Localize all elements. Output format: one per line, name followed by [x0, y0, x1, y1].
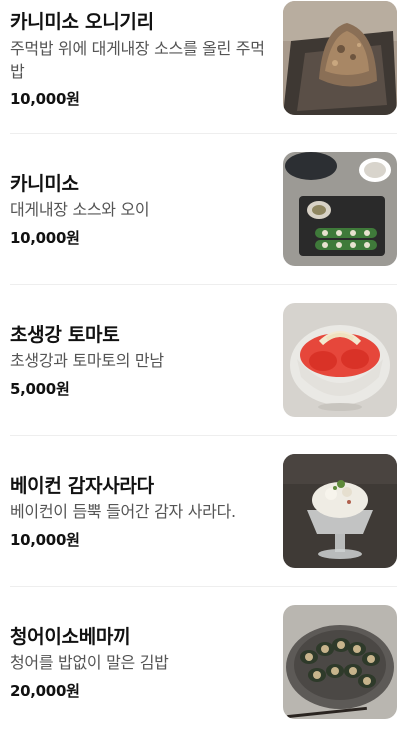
menu-item-description: 청어를 밥없이 말은 김밥 — [10, 653, 169, 672]
menu-item-price: 10,000원 — [10, 229, 80, 247]
divider — [10, 435, 397, 436]
kani-miso-photo — [283, 152, 397, 266]
menu-item-name: 초생강 토마토 — [10, 324, 120, 346]
menu-item[interactable]: 초생강 토마토 초생강과 토마토의 만남 5,000원 — [0, 302, 402, 452]
menu-item-price: 20,000원 — [10, 682, 80, 700]
menu-item-name: 카니미소 — [10, 173, 79, 195]
herring-isobe-maki-photo — [283, 605, 397, 719]
menu-item-name: 청어이소베마끼 — [10, 626, 131, 648]
pickled-ginger-tomato-photo — [283, 303, 397, 417]
menu-item-price: 10,000원 — [10, 531, 80, 549]
menu-item[interactable]: 베이컨 감자사라다 베이컨이 듬뿍 들어간 감자 사라다. 10,000원 — [0, 453, 402, 603]
divider — [10, 284, 397, 285]
menu-item-description: 주먹밥 위에 대게내장 소스를 올린 주먹밥 — [10, 39, 265, 81]
menu-list: 카니미소 오니기리 주먹밥 위에 대게내장 소스를 올린 주먹밥 10,000원… — [0, 0, 402, 719]
menu-item-name: 카니미소 오니기리 — [10, 11, 154, 33]
menu-item[interactable]: 청어이소베마끼 청어를 밥없이 말은 김밥 20,000원 — [0, 604, 402, 754]
menu-item-description: 초생강과 토마토의 만남 — [10, 351, 164, 370]
menu-item-name: 베이컨 감자사라다 — [10, 475, 154, 497]
menu-item[interactable]: 카니미소 오니기리 주먹밥 위에 대게내장 소스를 올린 주먹밥 10,000원 — [0, 0, 402, 150]
kani-miso-onigiri-photo — [283, 1, 397, 115]
menu-item-price: 10,000원 — [10, 90, 80, 108]
divider — [10, 586, 397, 587]
menu-item-description: 대게내장 소스와 오이 — [10, 200, 150, 219]
menu-item[interactable]: 카니미소 대게내장 소스와 오이 10,000원 — [0, 151, 402, 301]
menu-item-price: 5,000원 — [10, 380, 70, 398]
divider — [10, 133, 397, 134]
menu-item-description: 베이컨이 듬뿍 들어간 감자 사라다. — [10, 502, 236, 521]
bacon-potato-salad-photo — [283, 454, 397, 568]
